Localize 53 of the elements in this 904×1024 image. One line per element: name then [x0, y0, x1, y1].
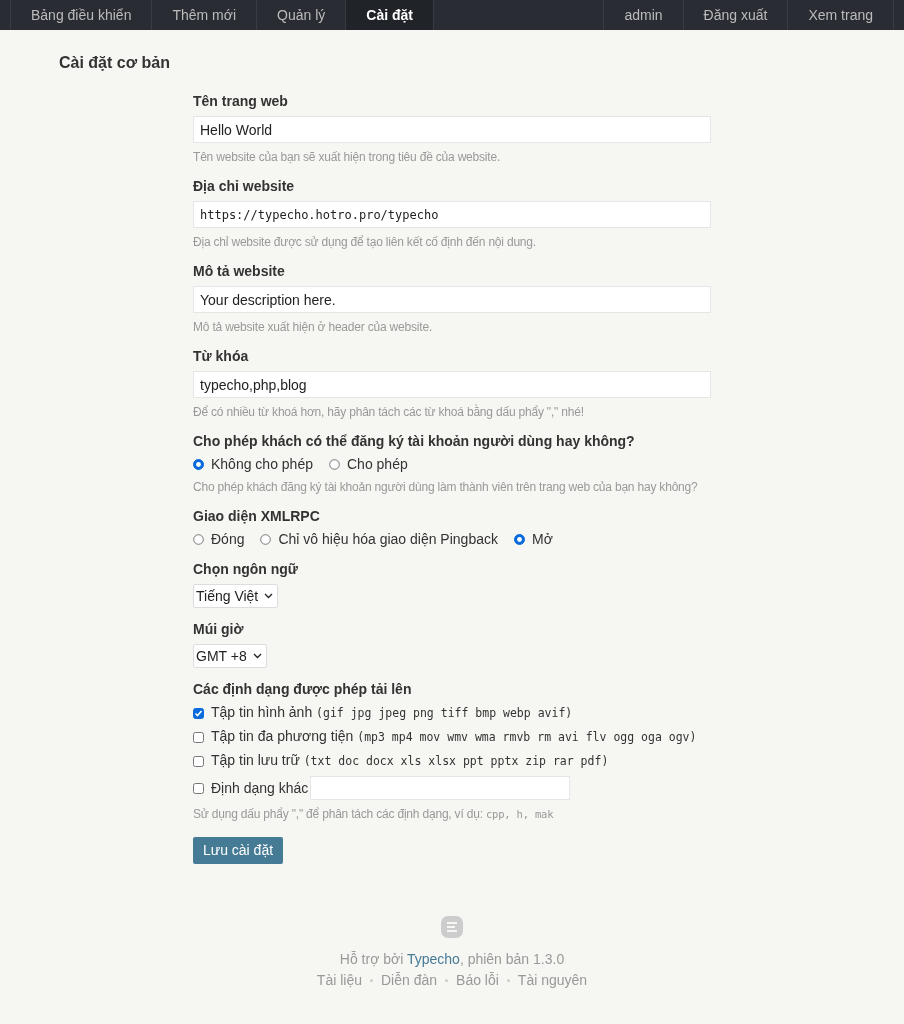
option-label: Đóng [211, 531, 245, 548]
radio-button[interactable] [513, 534, 525, 545]
option-label: Tập tin lưu trữ (txt doc docx xls xlsx ppt pptx zip rar pdf) [211, 752, 609, 770]
hint-text: Sử dụng dấu phẩy "," để phân tách các định dạng, ví dụ: cpp, h, mak [193, 806, 555, 822]
hint-text: Tên website của bạn sẽ xuất hiện trong tiêu đề của website. [193, 149, 502, 165]
option-label: Định dạng khác [211, 779, 309, 797]
radio-button[interactable] [193, 459, 204, 470]
page-title: Cài đặt cơ bản [59, 54, 171, 71]
chevron-down-icon [252, 653, 262, 659]
option-label: Cho phép [347, 456, 408, 473]
nav-link[interactable]: admin [603, 0, 683, 30]
logo-icon [441, 916, 463, 938]
nav-tab[interactable]: Cài đặt [346, 0, 434, 30]
dropdown[interactable]: GMT +8 [193, 644, 267, 668]
powered-by-text: Hỗ trợ bởi Typecho, phiên bản 1.3.0 [339, 951, 565, 968]
field-label: Các định dạng được phép tải lên [193, 681, 413, 698]
option-label: Không cho phép [211, 456, 313, 473]
text-field[interactable]: typecho,php,blog [193, 371, 711, 398]
field-label: Địa chỉ website [193, 178, 296, 195]
dropdown[interactable]: Tiếng Việt [193, 584, 279, 608]
radio-button[interactable] [260, 534, 272, 545]
field-label: Tên trang web [193, 93, 289, 110]
hint-text: Mô tả website xuất hiện ở header của website. [193, 319, 433, 335]
typecho-link[interactable]: Typecho [406, 951, 460, 967]
checkbox[interactable] [193, 782, 204, 794]
nav-tab[interactable]: Bảng điều khiển [10, 0, 153, 30]
field-label: Mô tả website [193, 263, 286, 280]
field-label: Giao diện XMLRPC [193, 508, 321, 525]
option-label: Tập tin hình ảnh (gif jpg jpeg png tiff bmp webp avif) [211, 704, 573, 722]
radio-button[interactable] [329, 459, 340, 470]
save-button[interactable]: Lưu cài đặt [193, 837, 284, 864]
text-field[interactable]: Hello World [193, 116, 711, 143]
field-label: Cho phép khách có thể đăng ký tài khoản người dùng hay không? [193, 433, 636, 450]
hint-text: Cho phép khách đăng ký tài khoản người dùng làm thành viên trên trang web của bạn hay không? [193, 479, 699, 495]
option-label: Chỉ vô hiệu hóa giao diện Pingback [278, 531, 498, 548]
field-label: Chọn ngôn ngữ [193, 561, 299, 578]
text-field[interactable] [310, 776, 571, 800]
field-label: Từ khóa [193, 348, 250, 365]
checkbox[interactable] [193, 707, 204, 719]
text-field[interactable]: https://typecho.hotro.pro/typecho [193, 201, 711, 228]
hint-text: Địa chỉ website được sử dụng để tạo liên kết cố định đến nội dung. [193, 234, 537, 250]
checkbox[interactable] [193, 755, 204, 767]
text-field[interactable]: Your description here. [193, 286, 711, 313]
chevron-down-icon [264, 593, 274, 599]
nav-link[interactable]: Xem trang [787, 0, 894, 30]
field-label: Múi giờ [193, 621, 245, 638]
nav-link[interactable]: Đăng xuất [682, 0, 788, 30]
nav-tab[interactable]: Thêm mới [152, 0, 258, 30]
hint-text: Để có nhiều từ khoá hơn, hãy phân tách các từ khoá bằng dấu phẩy "," nhé! [193, 404, 585, 420]
checkbox[interactable] [193, 731, 204, 743]
radio-button[interactable] [193, 534, 204, 545]
option-label: Mở [531, 531, 553, 548]
option-label: Tập tin đa phương tiện (mp3 mp4 mov wmv wma rmvb rm avi flv ogg oga ogv) [211, 728, 697, 746]
